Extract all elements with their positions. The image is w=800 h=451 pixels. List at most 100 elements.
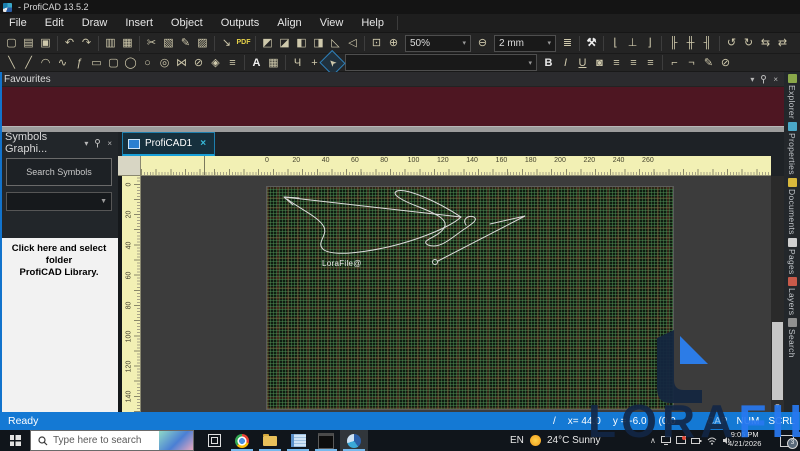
flip-horizontal-icon[interactable]: ◨ (310, 35, 327, 51)
bold-icon[interactable]: B (540, 55, 557, 71)
curve-tool-icon[interactable]: ∿ (54, 55, 71, 71)
menu-item-draw[interactable]: Draw (73, 14, 117, 32)
notification-center-button[interactable]: 3 (780, 430, 798, 451)
library-notice[interactable]: Click here and select folder ProfiCAD Li… (0, 238, 118, 412)
menu-item-edit[interactable]: Edit (36, 14, 73, 32)
polygon-tool-icon[interactable]: ◈ (207, 55, 224, 71)
align-left-icon[interactable]: ⌊ (607, 35, 624, 51)
text-align-center-icon[interactable]: ≡ (625, 55, 642, 71)
undo-icon[interactable]: ↶ (61, 35, 78, 51)
copy-icon[interactable]: ▧ (160, 35, 177, 51)
cut-icon[interactable]: ✂ (143, 35, 160, 51)
file-explorer-button[interactable] (256, 430, 284, 451)
language-indicator[interactable]: EN (510, 430, 524, 451)
paste-icon[interactable]: ▨ (194, 35, 211, 51)
favourites-close-icon[interactable]: × (773, 75, 778, 84)
polyline-tool-icon[interactable]: ╱ (20, 55, 37, 71)
rotate-ccw-icon[interactable]: ↺ (723, 35, 740, 51)
symbols-folder-select[interactable]: ▼ (6, 192, 112, 211)
rectangle-tool-icon[interactable]: ▭ (88, 55, 105, 71)
menu-item-align[interactable]: Align (268, 14, 310, 32)
rotate-exchange-icon[interactable]: ⇄ (774, 35, 791, 51)
dimension-icon[interactable]: ⌐ (666, 55, 683, 71)
align-center-icon[interactable]: ⊥ (624, 35, 641, 51)
text-align-left-icon[interactable]: ≡ (608, 55, 625, 71)
slash-circle-tool-icon[interactable]: ⊘ (190, 55, 207, 71)
align-right-icon[interactable]: ⌋ (641, 35, 658, 51)
clock-widget[interactable]: 9:05 PM 4/21/2026 (728, 430, 761, 451)
rotate-swap-icon[interactable]: ⇆ (757, 35, 774, 51)
sidebar-tab-layers[interactable]: Layers (787, 277, 797, 315)
print-icon[interactable]: ▦ (119, 35, 136, 51)
arc-tool-icon[interactable]: ◠ (37, 55, 54, 71)
font-select[interactable]: ▾ (345, 54, 537, 71)
ellipse-tool-icon[interactable]: ◯ (122, 55, 139, 71)
print-preview-icon[interactable]: ▥ (102, 35, 119, 51)
zoom-out-icon[interactable]: ⊖ (474, 35, 491, 51)
menu-item-insert[interactable]: Insert (116, 14, 162, 32)
settings-tools-icon[interactable]: ⚒ (583, 35, 600, 51)
tray-expand-icon[interactable]: ∧ (650, 436, 656, 445)
distribute-right-icon[interactable]: ╢ (699, 35, 716, 51)
sidebar-tab-pages[interactable]: Pages (787, 237, 797, 274)
pencil-icon[interactable]: ✎ (700, 55, 717, 71)
proficad-taskbar-button[interactable] (340, 430, 368, 451)
search-highlight-image[interactable] (159, 431, 193, 450)
display-tray-icon[interactable] (660, 436, 671, 445)
flip-vertical-icon[interactable]: ◪ (276, 35, 293, 51)
battery-tray-icon[interactable] (690, 437, 702, 445)
menu-item-file[interactable]: File (0, 14, 36, 32)
favourites-pin-icon[interactable] (760, 74, 767, 84)
rotate-left-icon[interactable]: ◩ (259, 35, 276, 51)
zoom-level-select[interactable]: 50% ▾ (405, 34, 471, 52)
chrome-button[interactable] (228, 430, 256, 451)
bowtie-tool-icon[interactable]: ⋈ (173, 55, 190, 71)
menu-item-help[interactable]: Help (352, 14, 393, 32)
save-icon[interactable]: ▣ (37, 35, 54, 51)
text-align-right-icon[interactable]: ≡ (642, 55, 659, 71)
menu-item-outputs[interactable]: Outputs (212, 14, 269, 32)
sidebar-tab-documents[interactable]: Documents (787, 177, 797, 235)
task-view-button[interactable] (200, 430, 228, 451)
redo-icon[interactable]: ↷ (78, 35, 95, 51)
taskbar-search-input[interactable]: Type here to search (30, 430, 194, 451)
export-pdf-icon[interactable]: PDF (235, 35, 252, 51)
underline-icon[interactable]: U (574, 55, 591, 71)
image-tool-icon[interactable]: ▦ (265, 55, 282, 71)
export-image-icon[interactable]: ↘ (218, 35, 235, 51)
wifi-tray-icon[interactable] (707, 437, 717, 445)
sidebar-tab-properties[interactable]: Properties (787, 122, 797, 175)
weather-widget[interactable]: 24°C Sunny (530, 430, 600, 451)
start-button[interactable] (0, 430, 30, 451)
symbols-dropdown-icon[interactable]: ▾ (84, 139, 88, 148)
grid-size-select[interactable]: 2 mm ▾ (494, 34, 556, 52)
favourites-panel[interactable] (0, 87, 784, 126)
chevron-down-icon[interactable]: ▾ (528, 59, 532, 67)
text-tool-icon[interactable]: A (248, 55, 265, 71)
message-tray-icon[interactable] (675, 436, 686, 445)
search-symbols-button[interactable]: Search Symbols (6, 158, 112, 186)
menu-item-view[interactable]: View (311, 14, 353, 32)
chevron-down-icon[interactable]: ▾ (462, 39, 466, 47)
distribute-left-icon[interactable]: ╟ (665, 35, 682, 51)
favourites-dropdown-icon[interactable]: ▾ (750, 75, 754, 84)
rotate-cw-icon[interactable]: ↻ (740, 35, 757, 51)
chevron-down-icon[interactable]: ▾ (547, 39, 551, 47)
distribute-center-icon[interactable]: ╫ (682, 35, 699, 51)
scroll-down-icon[interactable]: ▼ (771, 400, 784, 412)
circle-tool-icon[interactable]: ○ (139, 55, 156, 71)
sidebar-tab-explorer[interactable]: Explorer (787, 74, 797, 119)
menu-item-object[interactable]: Object (162, 14, 212, 32)
rounded-rect-tool-icon[interactable]: ▢ (105, 55, 122, 71)
line-tool-icon[interactable]: ╲ (3, 55, 20, 71)
format-painter-icon[interactable]: ✎ (177, 35, 194, 51)
document-tab[interactable]: ProfiCAD1 × (122, 132, 216, 156)
font-color-icon[interactable]: ◙ (591, 55, 608, 71)
scrollbar-thumb[interactable] (772, 322, 783, 402)
new-file-icon[interactable]: ▢ (3, 35, 20, 51)
mirror-icon[interactable]: ◺ (327, 35, 344, 51)
dimension-alt-icon[interactable]: ¬ (683, 55, 700, 71)
play-direction-icon[interactable]: ◁ (344, 35, 361, 51)
snap-grid-icon[interactable]: ≣ (559, 35, 576, 51)
sidebar-tab-search[interactable]: Search (787, 318, 797, 358)
